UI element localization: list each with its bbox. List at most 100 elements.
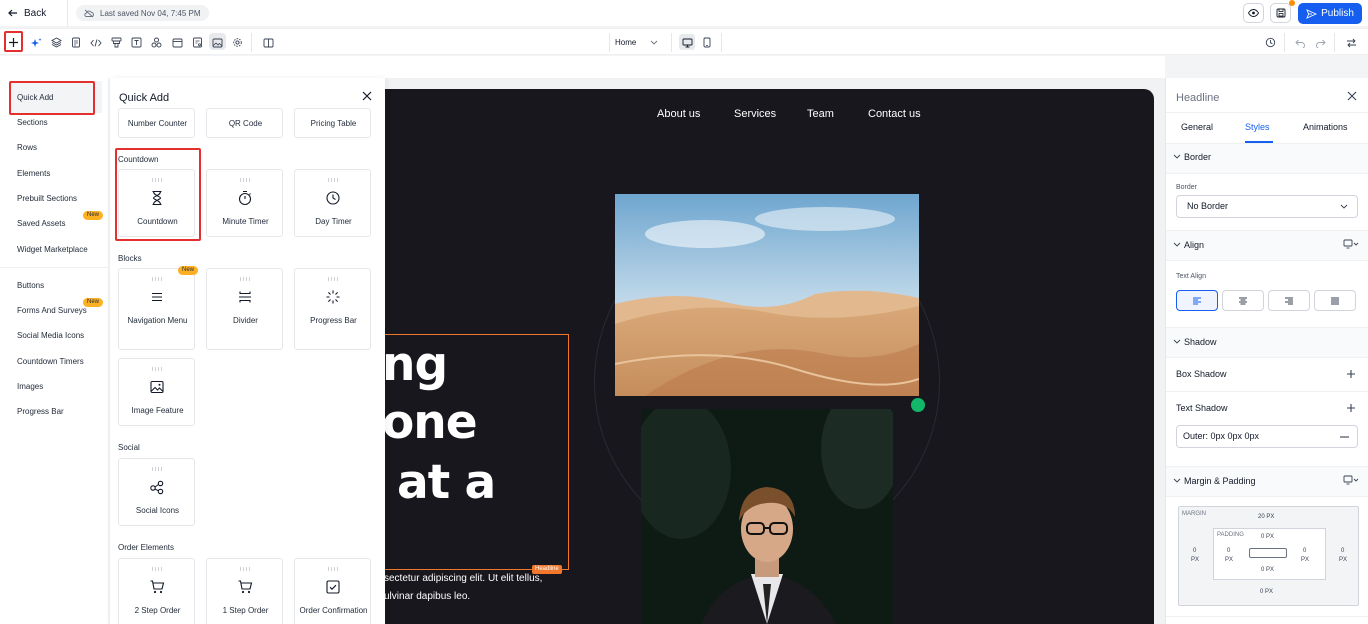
settings-button[interactable]	[231, 36, 244, 49]
canvas-top-strip	[0, 56, 1165, 78]
nav-item-quick-add[interactable]: Quick Add	[17, 93, 53, 102]
card-label: Progress Bar	[310, 316, 357, 325]
section-align-header[interactable]: Align	[1184, 240, 1204, 250]
element-card-image-feature[interactable]: Image Feature	[118, 358, 195, 426]
card-label: QR Code	[228, 119, 263, 128]
align-right-button[interactable]	[1268, 290, 1310, 311]
nav-item-saved-assets[interactable]: Saved Assets	[17, 219, 65, 228]
margin-left-value[interactable]: 0	[1193, 548, 1196, 554]
page-select[interactable]: Home	[615, 35, 658, 50]
section-border-header[interactable]: Border	[1184, 152, 1211, 162]
element-card-countdown[interactable]: Countdown	[118, 169, 195, 237]
back-button[interactable]: Back	[8, 4, 46, 22]
element-card-social-icons[interactable]: Social Icons	[118, 458, 195, 526]
add-element-button[interactable]	[7, 36, 20, 49]
plus-icon	[1347, 404, 1355, 412]
element-card-progress-bar[interactable]: Progress Bar	[294, 268, 371, 350]
nav-item-progress-bar[interactable]: Progress Bar	[17, 407, 64, 416]
nav-item-elements[interactable]: Elements	[17, 169, 50, 178]
drag-handle-icon	[327, 178, 339, 182]
element-card-minute-timer[interactable]: Minute Timer	[206, 169, 283, 237]
smartphone-icon	[703, 37, 710, 48]
nav-item-sections[interactable]: Sections	[17, 118, 48, 127]
border-label: Border	[1176, 184, 1198, 191]
align-left-button[interactable]	[1176, 290, 1218, 311]
nav-item-prebuilt-sections[interactable]: Prebuilt Sections	[17, 194, 77, 203]
border-select[interactable]: No Border	[1176, 195, 1358, 218]
popup-button[interactable]	[171, 36, 184, 49]
element-card-navigation-menu[interactable]: Navigation Menu	[118, 268, 195, 350]
save-button[interactable]	[1270, 3, 1291, 23]
padding-bottom-value[interactable]: 0 PX	[1261, 567, 1274, 573]
resize-handle-dot[interactable]	[911, 398, 925, 412]
site-nav-about[interactable]: About us	[657, 108, 700, 120]
text-shadow-item[interactable]: Outer: 0px 0px 0px	[1176, 425, 1358, 448]
margin-bottom-value[interactable]: 0 PX	[1260, 589, 1273, 595]
margin-label: MARGIN	[1182, 511, 1206, 517]
tab-styles[interactable]: Styles	[1245, 122, 1270, 132]
undo-button[interactable]	[1294, 36, 1307, 49]
margin-right-value[interactable]: 0	[1341, 548, 1344, 554]
panel-divider	[1166, 616, 1368, 617]
section-shadow-header[interactable]: Shadow	[1184, 337, 1217, 347]
media-button[interactable]	[211, 36, 224, 49]
nav-item-countdown-timers[interactable]: Countdown Timers	[17, 357, 84, 366]
padding-left-value[interactable]: 0	[1227, 548, 1230, 554]
nav-item-social-media-icons[interactable]: Social Media Icons	[17, 331, 84, 340]
close-properties-button[interactable]	[1347, 91, 1357, 101]
element-card-pricing-table[interactable]: Pricing Table	[294, 108, 371, 138]
mobile-view-button[interactable]	[700, 36, 713, 49]
site-nav-team[interactable]: Team	[807, 108, 834, 120]
nav-item-widget-marketplace[interactable]: Widget Marketplace	[17, 245, 88, 254]
align-justify-button[interactable]	[1314, 290, 1356, 311]
code-button[interactable]	[89, 36, 102, 49]
site-nav-services[interactable]: Services	[734, 108, 776, 120]
desert-image[interactable]	[615, 194, 919, 396]
columns-button[interactable]	[262, 36, 275, 49]
close-panel-button[interactable]	[362, 91, 372, 101]
margin-top-value[interactable]: 20 PX	[1258, 514, 1274, 520]
card-label: Countdown	[137, 217, 178, 226]
pages-button[interactable]	[69, 36, 82, 49]
form-settings-button[interactable]	[191, 36, 204, 49]
integrations-button[interactable]	[150, 36, 163, 49]
layers-button[interactable]	[50, 36, 63, 49]
desktop-view-button[interactable]	[681, 36, 694, 49]
typography-button[interactable]	[130, 36, 143, 49]
tab-general[interactable]: General	[1181, 122, 1213, 132]
align-right-icon	[1285, 297, 1293, 304]
element-card-divider[interactable]: Divider	[206, 268, 283, 350]
redo-button[interactable]	[1314, 36, 1327, 49]
nav-item-forms-surveys[interactable]: Forms And Surveys	[17, 306, 87, 315]
padding-top-value[interactable]: 0 PX	[1261, 534, 1274, 540]
element-card-number-counter[interactable]: Number Counter	[118, 108, 195, 138]
element-card-order-confirmation[interactable]: Order Confirmation	[294, 558, 371, 624]
panel-toggle-button[interactable]	[1345, 36, 1358, 49]
padding-right-value[interactable]: 0	[1303, 548, 1306, 554]
drag-handle-icon	[151, 367, 163, 371]
nav-item-rows[interactable]: Rows	[17, 143, 37, 152]
site-nav-contact[interactable]: Contact us	[868, 108, 921, 120]
nav-divider	[0, 267, 109, 268]
add-text-shadow-button[interactable]	[1346, 403, 1356, 413]
site-preview[interactable]: About us Services Team Contact us ng one…	[370, 89, 1154, 624]
nav-item-images[interactable]: Images	[17, 382, 43, 391]
element-card-1-step-order[interactable]: 1 Step Order	[206, 558, 283, 624]
preview-button[interactable]	[1243, 3, 1264, 23]
history-button[interactable]	[1264, 36, 1277, 49]
nav-item-buttons[interactable]: Buttons	[17, 281, 44, 290]
ai-button[interactable]	[29, 36, 42, 49]
section-margin-padding-header[interactable]: Margin & Padding	[1184, 476, 1256, 486]
element-card-day-timer[interactable]: Day Timer	[294, 169, 371, 237]
align-center-button[interactable]	[1222, 290, 1264, 311]
device-toggle[interactable]	[1343, 475, 1359, 485]
portrait-image[interactable]	[641, 409, 893, 624]
device-toggle[interactable]	[1343, 239, 1359, 249]
element-card-qr-code[interactable]: QR Code	[206, 108, 283, 138]
element-card-2-step-order[interactable]: 2 Step Order	[118, 558, 195, 624]
publish-button[interactable]: Publish	[1298, 3, 1362, 24]
add-box-shadow-button[interactable]	[1346, 369, 1356, 379]
cart-icon	[150, 580, 165, 594]
tab-animations[interactable]: Animations	[1303, 122, 1348, 132]
tracking-button[interactable]	[110, 36, 123, 49]
